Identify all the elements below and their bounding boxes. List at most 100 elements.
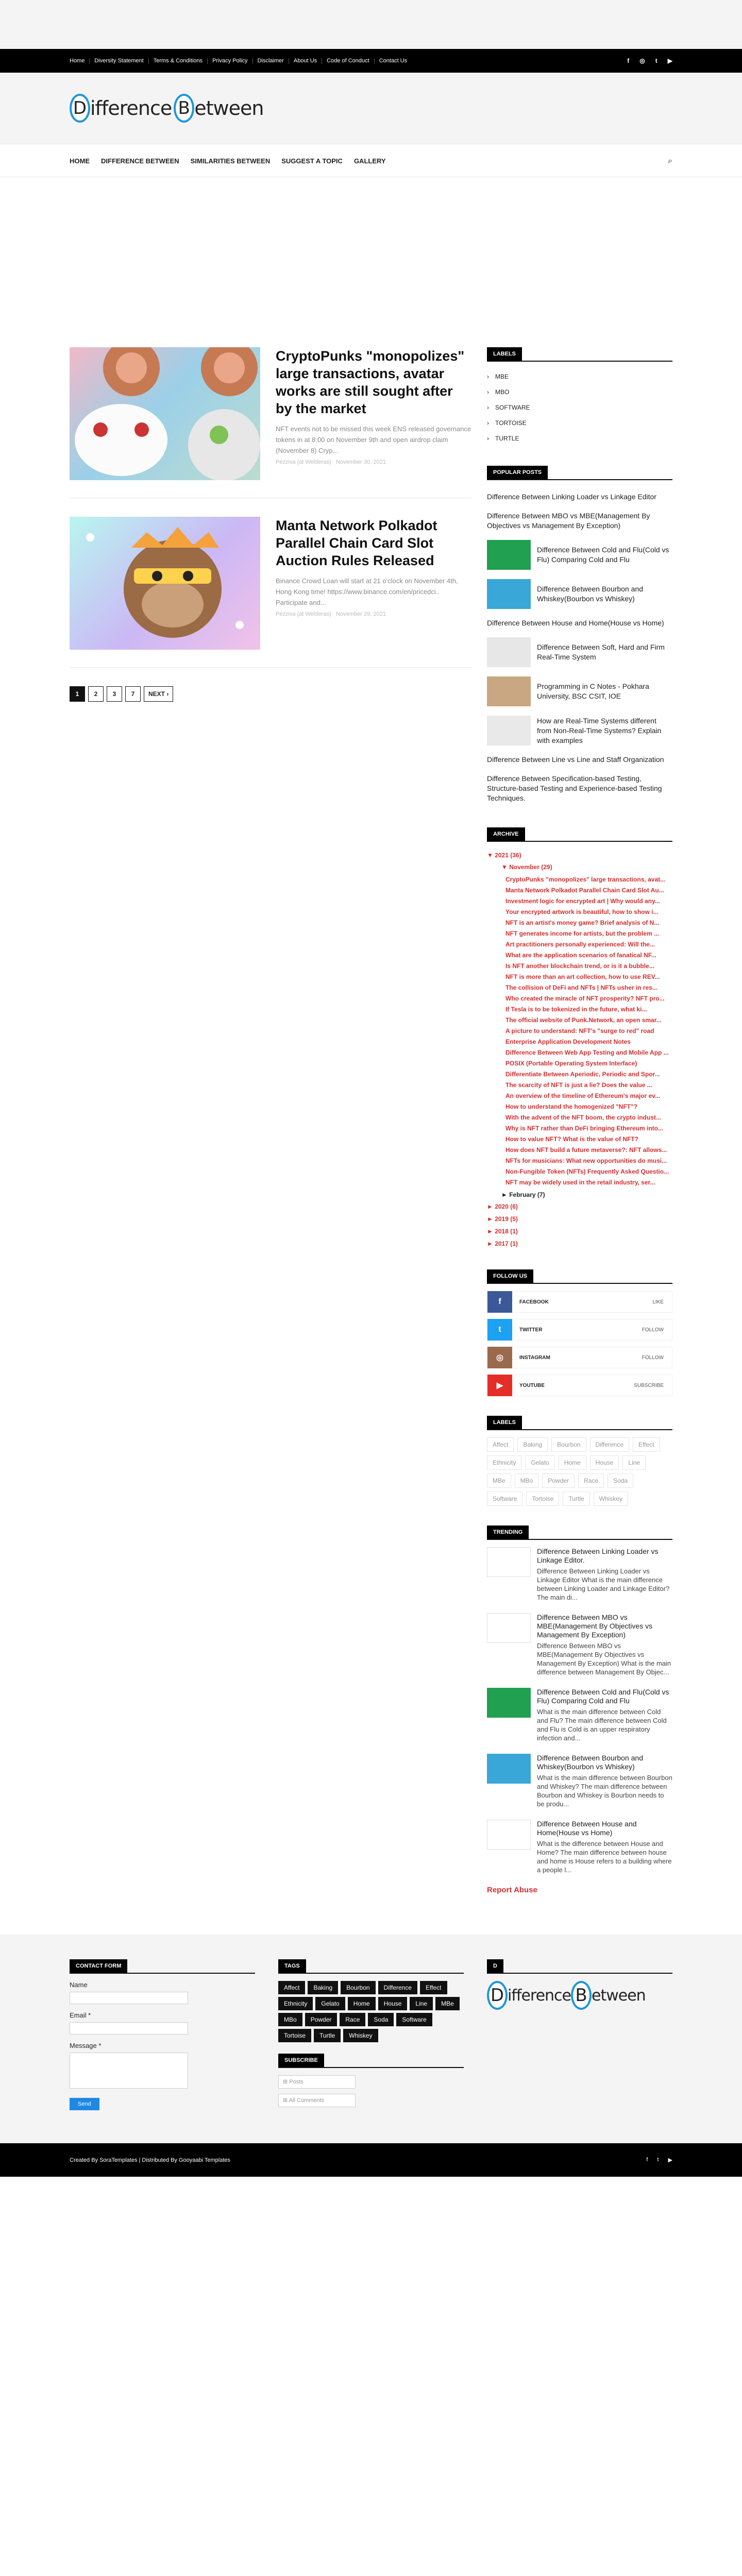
tag-item[interactable]: Effect — [633, 1437, 660, 1452]
top-link-home[interactable]: Home — [70, 58, 90, 64]
popular-post[interactable]: Programming in C Notes - Pokhara Univers… — [487, 672, 672, 711]
tag-item[interactable]: Baking — [517, 1437, 548, 1452]
footer-tag-item[interactable]: Line — [410, 1997, 433, 2010]
page-1-button[interactable]: 1 — [70, 686, 85, 702]
tag-item[interactable]: MBo — [514, 1473, 539, 1488]
youtube-icon[interactable]: ▶ — [668, 2157, 672, 2163]
archive-post-link[interactable]: Why is NFT rather than DeFi bringing Eth… — [505, 1124, 672, 1132]
archive-year-2020[interactable]: ► 2020 (6) — [487, 1200, 672, 1213]
label-item[interactable]: › MBE — [487, 369, 672, 384]
posts-feed-select[interactable]: ⊞ Posts — [278, 2075, 356, 2089]
tag-item[interactable]: Difference — [589, 1437, 630, 1452]
tag-item[interactable]: Race — [578, 1473, 604, 1488]
label-item[interactable]: › MBO — [487, 384, 672, 400]
nav-similarities-between[interactable]: Similarities Between — [191, 157, 271, 165]
send-button[interactable]: Send — [70, 2098, 99, 2110]
archive-post-link[interactable]: Enterprise Application Development Notes — [505, 1038, 672, 1046]
archive-post-link[interactable]: What are the application scenarios of fa… — [505, 951, 672, 959]
page-7-button[interactable]: 7 — [125, 686, 141, 702]
footer-tag-item[interactable]: Turtle — [314, 2029, 341, 2042]
page-2-button[interactable]: 2 — [88, 686, 104, 702]
twitter-icon[interactable]: t — [655, 57, 657, 64]
top-link-terms[interactable]: Terms & Conditions — [149, 58, 208, 64]
site-logo[interactable]: D ifference B etween — [70, 94, 264, 123]
tag-item[interactable]: Ethnicity — [487, 1455, 522, 1470]
trending-post[interactable]: Difference Between Cold and Flu(Cold vs … — [487, 1688, 672, 1742]
archive-post-link[interactable]: With the advent of the NFT boom, the cry… — [505, 1113, 672, 1122]
popular-post[interactable]: Difference Between House and Home(House … — [487, 614, 672, 633]
tag-item[interactable]: Turtle — [563, 1492, 590, 1506]
tag-item[interactable]: MBe — [487, 1473, 511, 1488]
archive-post-link[interactable]: NFT is an artist's money game? Brief ana… — [505, 919, 672, 927]
follow-youtube[interactable]: ▶ YOUTUBE SUBSCRIBE — [487, 1375, 672, 1396]
top-link-disclaimer[interactable]: Disclaimer — [253, 58, 289, 64]
footer-tag-item[interactable]: Home — [347, 1997, 376, 2010]
tag-item[interactable]: Bourbon — [551, 1437, 586, 1452]
archive-post-link[interactable]: NFTs for musicians: What new opportuniti… — [505, 1157, 672, 1165]
footer-tag-item[interactable]: Whiskey — [343, 2029, 378, 2042]
archive-post-link[interactable]: Art practitioners personally experienced… — [505, 940, 672, 948]
tag-item[interactable]: Affect — [487, 1437, 514, 1452]
label-item[interactable]: › SOFTWARE — [487, 400, 672, 415]
tag-item[interactable]: Whiskey — [593, 1492, 628, 1506]
archive-post-link[interactable]: Difference Between Web App Testing and M… — [505, 1048, 672, 1057]
footer-tag-item[interactable]: Software — [396, 2013, 432, 2026]
archive-post-link[interactable]: Investment logic for encrypted art | Why… — [505, 897, 672, 905]
archive-post-link[interactable]: NFT is more than an art collection, how … — [505, 973, 672, 981]
follow-instagram[interactable]: ◎ INSTAGRAM FOLLOW — [487, 1347, 672, 1368]
archive-post-link[interactable]: How to value NFT? What is the value of N… — [505, 1135, 672, 1143]
tag-item[interactable]: Powder — [542, 1473, 575, 1488]
popular-post[interactable]: Difference Between Soft, Hard and Firm R… — [487, 633, 672, 672]
footer-tag-item[interactable]: Powder — [305, 2013, 338, 2026]
instagram-icon[interactable]: ◎ — [639, 57, 645, 64]
popular-post[interactable]: Difference Between Linking Loader vs Lin… — [487, 487, 672, 506]
footer-tag-item[interactable]: Ethnicity — [278, 1997, 313, 2010]
follow-twitter[interactable]: t TWITTER FOLLOW — [487, 1319, 672, 1341]
archive-post-link[interactable]: How to understand the homogenized "NFT"? — [505, 1103, 672, 1111]
footer-tag-item[interactable]: Soda — [368, 2013, 394, 2026]
tag-item[interactable]: Line — [622, 1455, 646, 1470]
name-field[interactable] — [70, 1992, 188, 2004]
tag-item[interactable]: Gelato — [525, 1455, 555, 1470]
email-field[interactable] — [70, 2022, 188, 2035]
archive-post-link[interactable]: A picture to understand: NFT's "surge to… — [505, 1027, 672, 1035]
archive-post-link[interactable]: The collision of DeFi and NFTs | NFTs us… — [505, 984, 672, 992]
archive-post-link[interactable]: The scarcity of NFT is just a lie? Does … — [505, 1081, 672, 1089]
tag-item[interactable]: House — [589, 1455, 619, 1470]
post-thumbnail[interactable] — [70, 347, 260, 480]
label-item[interactable]: › TURTLE — [487, 431, 672, 446]
footer-tag-item[interactable]: Tortoise — [278, 2029, 312, 2042]
archive-year-2019[interactable]: ► 2019 (5) — [487, 1213, 672, 1225]
nav-difference-between[interactable]: Difference Between — [101, 157, 179, 165]
footer-tag-item[interactable]: Difference — [378, 1981, 418, 1994]
top-link-privacy[interactable]: Privacy Policy — [208, 58, 253, 64]
footer-tag-item[interactable]: Bourbon — [341, 1981, 376, 1994]
archive-post-link[interactable]: CryptoPunks "monopolizes" large transact… — [505, 875, 672, 884]
popular-post[interactable]: Difference Between MBO vs MBE(Management… — [487, 506, 672, 535]
archive-post-link[interactable]: NFT may be widely used in the retail ind… — [505, 1178, 672, 1187]
nav-gallery[interactable]: Gallery — [354, 157, 386, 165]
archive-post-link[interactable]: Non-Fungible Token (NFTs) Frequently Ask… — [505, 1167, 672, 1176]
popular-post[interactable]: Difference Between Specification-based T… — [487, 769, 672, 808]
footer-tag-item[interactable]: Effect — [420, 1981, 447, 1994]
top-link-diversity[interactable]: Diversity Statement — [90, 58, 149, 64]
footer-tag-item[interactable]: Affect — [278, 1981, 306, 1994]
top-link-contact[interactable]: Contact Us — [375, 58, 412, 64]
archive-post-link[interactable]: Differentiate Between Aperiodic, Periodi… — [505, 1070, 672, 1078]
facebook-icon[interactable]: f — [627, 57, 629, 64]
report-abuse-link[interactable]: Report Abuse — [487, 1886, 672, 1894]
nav-suggest-topic[interactable]: Suggest A Topic — [281, 157, 343, 165]
archive-month-february[interactable]: ► February (7) — [487, 1189, 672, 1200]
archive-post-link[interactable]: The official website of Punk.Network, an… — [505, 1016, 672, 1024]
tag-item[interactable]: Home — [558, 1455, 586, 1470]
footer-tag-item[interactable]: Race — [340, 2013, 366, 2026]
archive-post-link[interactable]: If Tesla is to be tokenized in the futur… — [505, 1005, 672, 1013]
footer-tag-item[interactable]: MBe — [435, 1997, 460, 2010]
tag-item[interactable]: Software — [487, 1492, 523, 1506]
trending-post[interactable]: Difference Between Linking Loader vs Lin… — [487, 1547, 672, 1602]
label-item[interactable]: › TORTOISE — [487, 415, 672, 431]
nav-home[interactable]: Home — [70, 157, 90, 165]
archive-post-link[interactable]: Who created the miracle of NFT prosperit… — [505, 994, 672, 1003]
follow-facebook[interactable]: f FACEBOOK LIKE — [487, 1291, 672, 1313]
trending-post[interactable]: Difference Between MBO vs MBE(Management… — [487, 1613, 672, 1676]
